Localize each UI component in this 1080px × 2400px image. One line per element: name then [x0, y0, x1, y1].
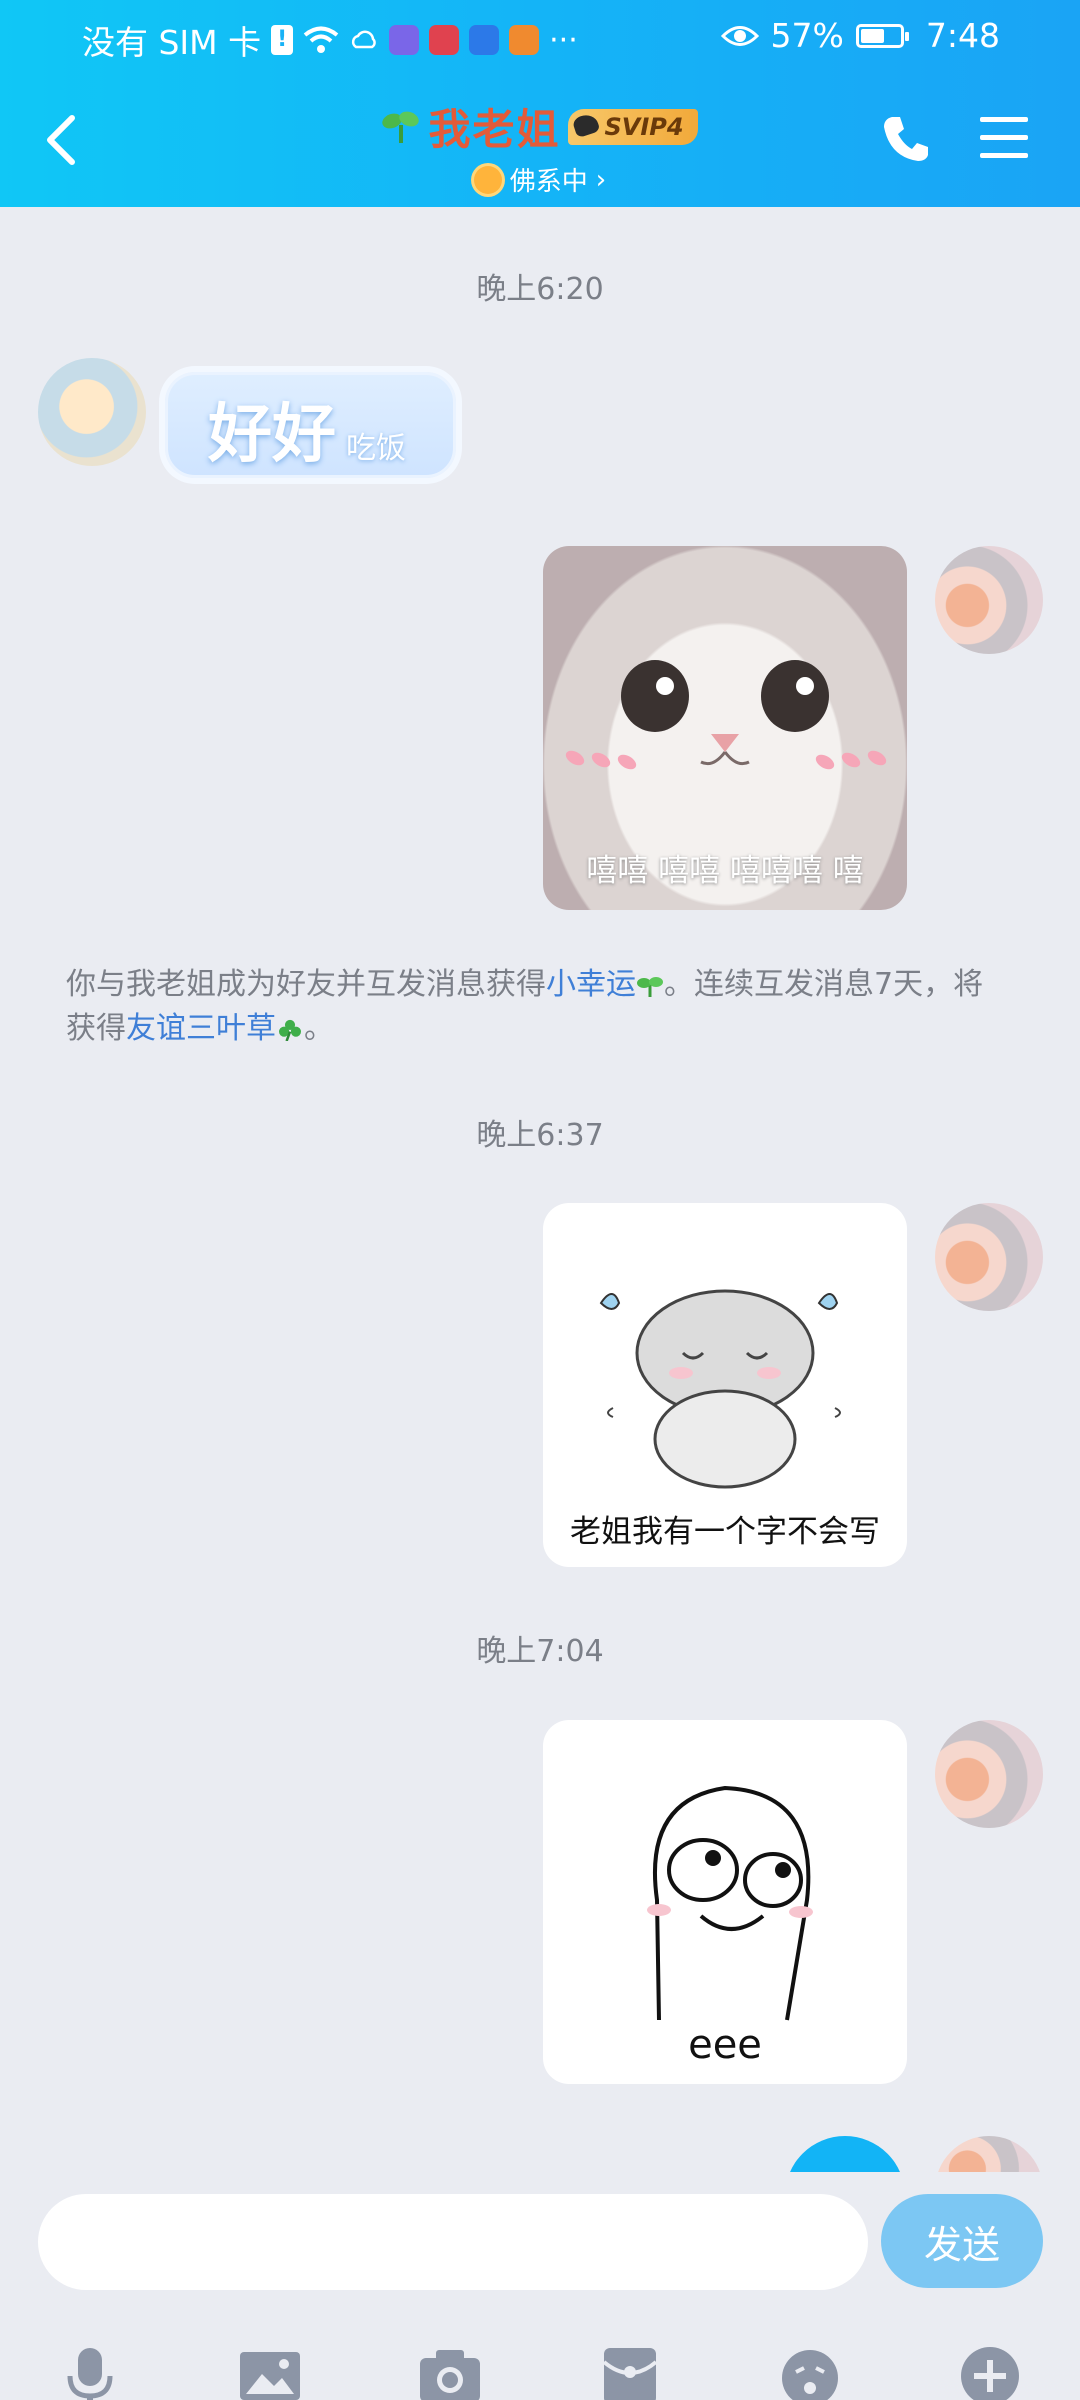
clock: 7:48: [925, 16, 1000, 55]
emoji-icon: [782, 2350, 838, 2400]
music-app-icon: [389, 25, 420, 55]
sticker-cat[interactable]: 嘻嘻 嘻嘻 嘻嘻嘻 嘻: [543, 546, 907, 910]
contact-name: 我老姐: [428, 105, 561, 154]
text-message-bubble[interactable]: 好好 吃饭: [165, 372, 456, 478]
more-notifications: ···: [549, 22, 578, 58]
red-packet-icon: [602, 2348, 658, 2400]
menu-icon: [980, 117, 1028, 158]
little-luck-link[interactable]: 小幸运: [546, 967, 636, 1002]
timestamp: 晚上6:37: [476, 1118, 604, 1153]
chat-header: 没有 SIM 卡 ! ··· 57% 7:48 我老姐 SVIP4 佛系中 ›: [0, 0, 1080, 207]
gallery-button[interactable]: [238, 2344, 302, 2400]
sticker-caption: 嘻嘻 嘻嘻 嘻嘻嘻 嘻: [586, 853, 864, 889]
sprout-icon: [382, 111, 420, 143]
message-text-main: 好好: [208, 398, 336, 472]
sticker-eee[interactable]: eee: [543, 1720, 907, 2084]
message-text-small: 吃饭: [346, 431, 406, 466]
video-app-icon: [509, 25, 540, 55]
status-right: 57% 7:48: [720, 16, 1000, 55]
camera-button[interactable]: [418, 2344, 482, 2400]
contact-avatar[interactable]: [38, 358, 146, 466]
eye-comfort-icon: [720, 25, 759, 46]
svip-badge: SVIP4: [568, 108, 698, 145]
my-avatar[interactable]: [935, 1203, 1043, 1311]
sim-alert-icon: !: [271, 25, 294, 55]
battery-percent: 57%: [770, 16, 844, 55]
wifi-icon: [303, 26, 339, 53]
reader-app-icon: [429, 25, 460, 55]
sticker-caption: eee: [688, 2022, 762, 2068]
message-input[interactable]: [38, 2194, 868, 2290]
sun-status-icon: [473, 165, 502, 194]
image-icon: [240, 2352, 300, 2400]
status-left: 没有 SIM 卡 ! ···: [82, 16, 578, 64]
red-packet-button[interactable]: [598, 2344, 662, 2400]
idea-app-icon: [469, 25, 500, 55]
status-bar: 没有 SIM 卡 ! ··· 57% 7:48: [0, 0, 1080, 72]
clover-icon: [279, 1019, 301, 1041]
sticker-hamster[interactable]: 老姐我有一个字不会写: [543, 1203, 907, 1567]
friendship-clover-link[interactable]: 友谊三叶草: [126, 1011, 276, 1046]
send-button[interactable]: 发送: [881, 2194, 1043, 2288]
notice-text: 。: [304, 1011, 334, 1046]
microphone-icon: [67, 2348, 113, 2400]
plus-icon: [961, 2347, 1019, 2400]
call-button[interactable]: [880, 113, 932, 165]
title-line: 我老姐 SVIP4: [382, 96, 698, 157]
status-text: 佛系中: [509, 167, 588, 197]
timestamp: 晚上7:04: [476, 1634, 604, 1669]
more-button[interactable]: [958, 2344, 1022, 2400]
my-avatar[interactable]: [935, 546, 1043, 654]
camera-icon: [420, 2350, 480, 2400]
battery-icon: [855, 23, 909, 48]
sticker-caption: 老姐我有一个字不会写: [570, 1514, 880, 1550]
carrier-label: 没有 SIM 卡: [82, 23, 262, 62]
voice-button[interactable]: [58, 2344, 122, 2400]
menu-button[interactable]: [978, 113, 1030, 163]
my-avatar[interactable]: [935, 1720, 1043, 1828]
chevron-right-icon: ›: [595, 164, 607, 195]
weather-icon: [352, 30, 376, 49]
phone-icon: [884, 117, 928, 161]
emoji-button[interactable]: [778, 2344, 842, 2400]
sprout-icon: [637, 977, 663, 997]
contact-status[interactable]: 佛系中 ›: [473, 161, 607, 198]
timestamp: 晚上6:20: [476, 272, 604, 307]
system-notice: 你与我老姐成为好友并互发消息获得小幸运 。连续互发消息7天，将获得友谊三叶草。: [66, 963, 986, 1051]
notice-text: 你与我老姐成为好友并互发消息获得: [66, 967, 546, 1002]
composer-bar: 发送: [0, 2172, 1080, 2400]
